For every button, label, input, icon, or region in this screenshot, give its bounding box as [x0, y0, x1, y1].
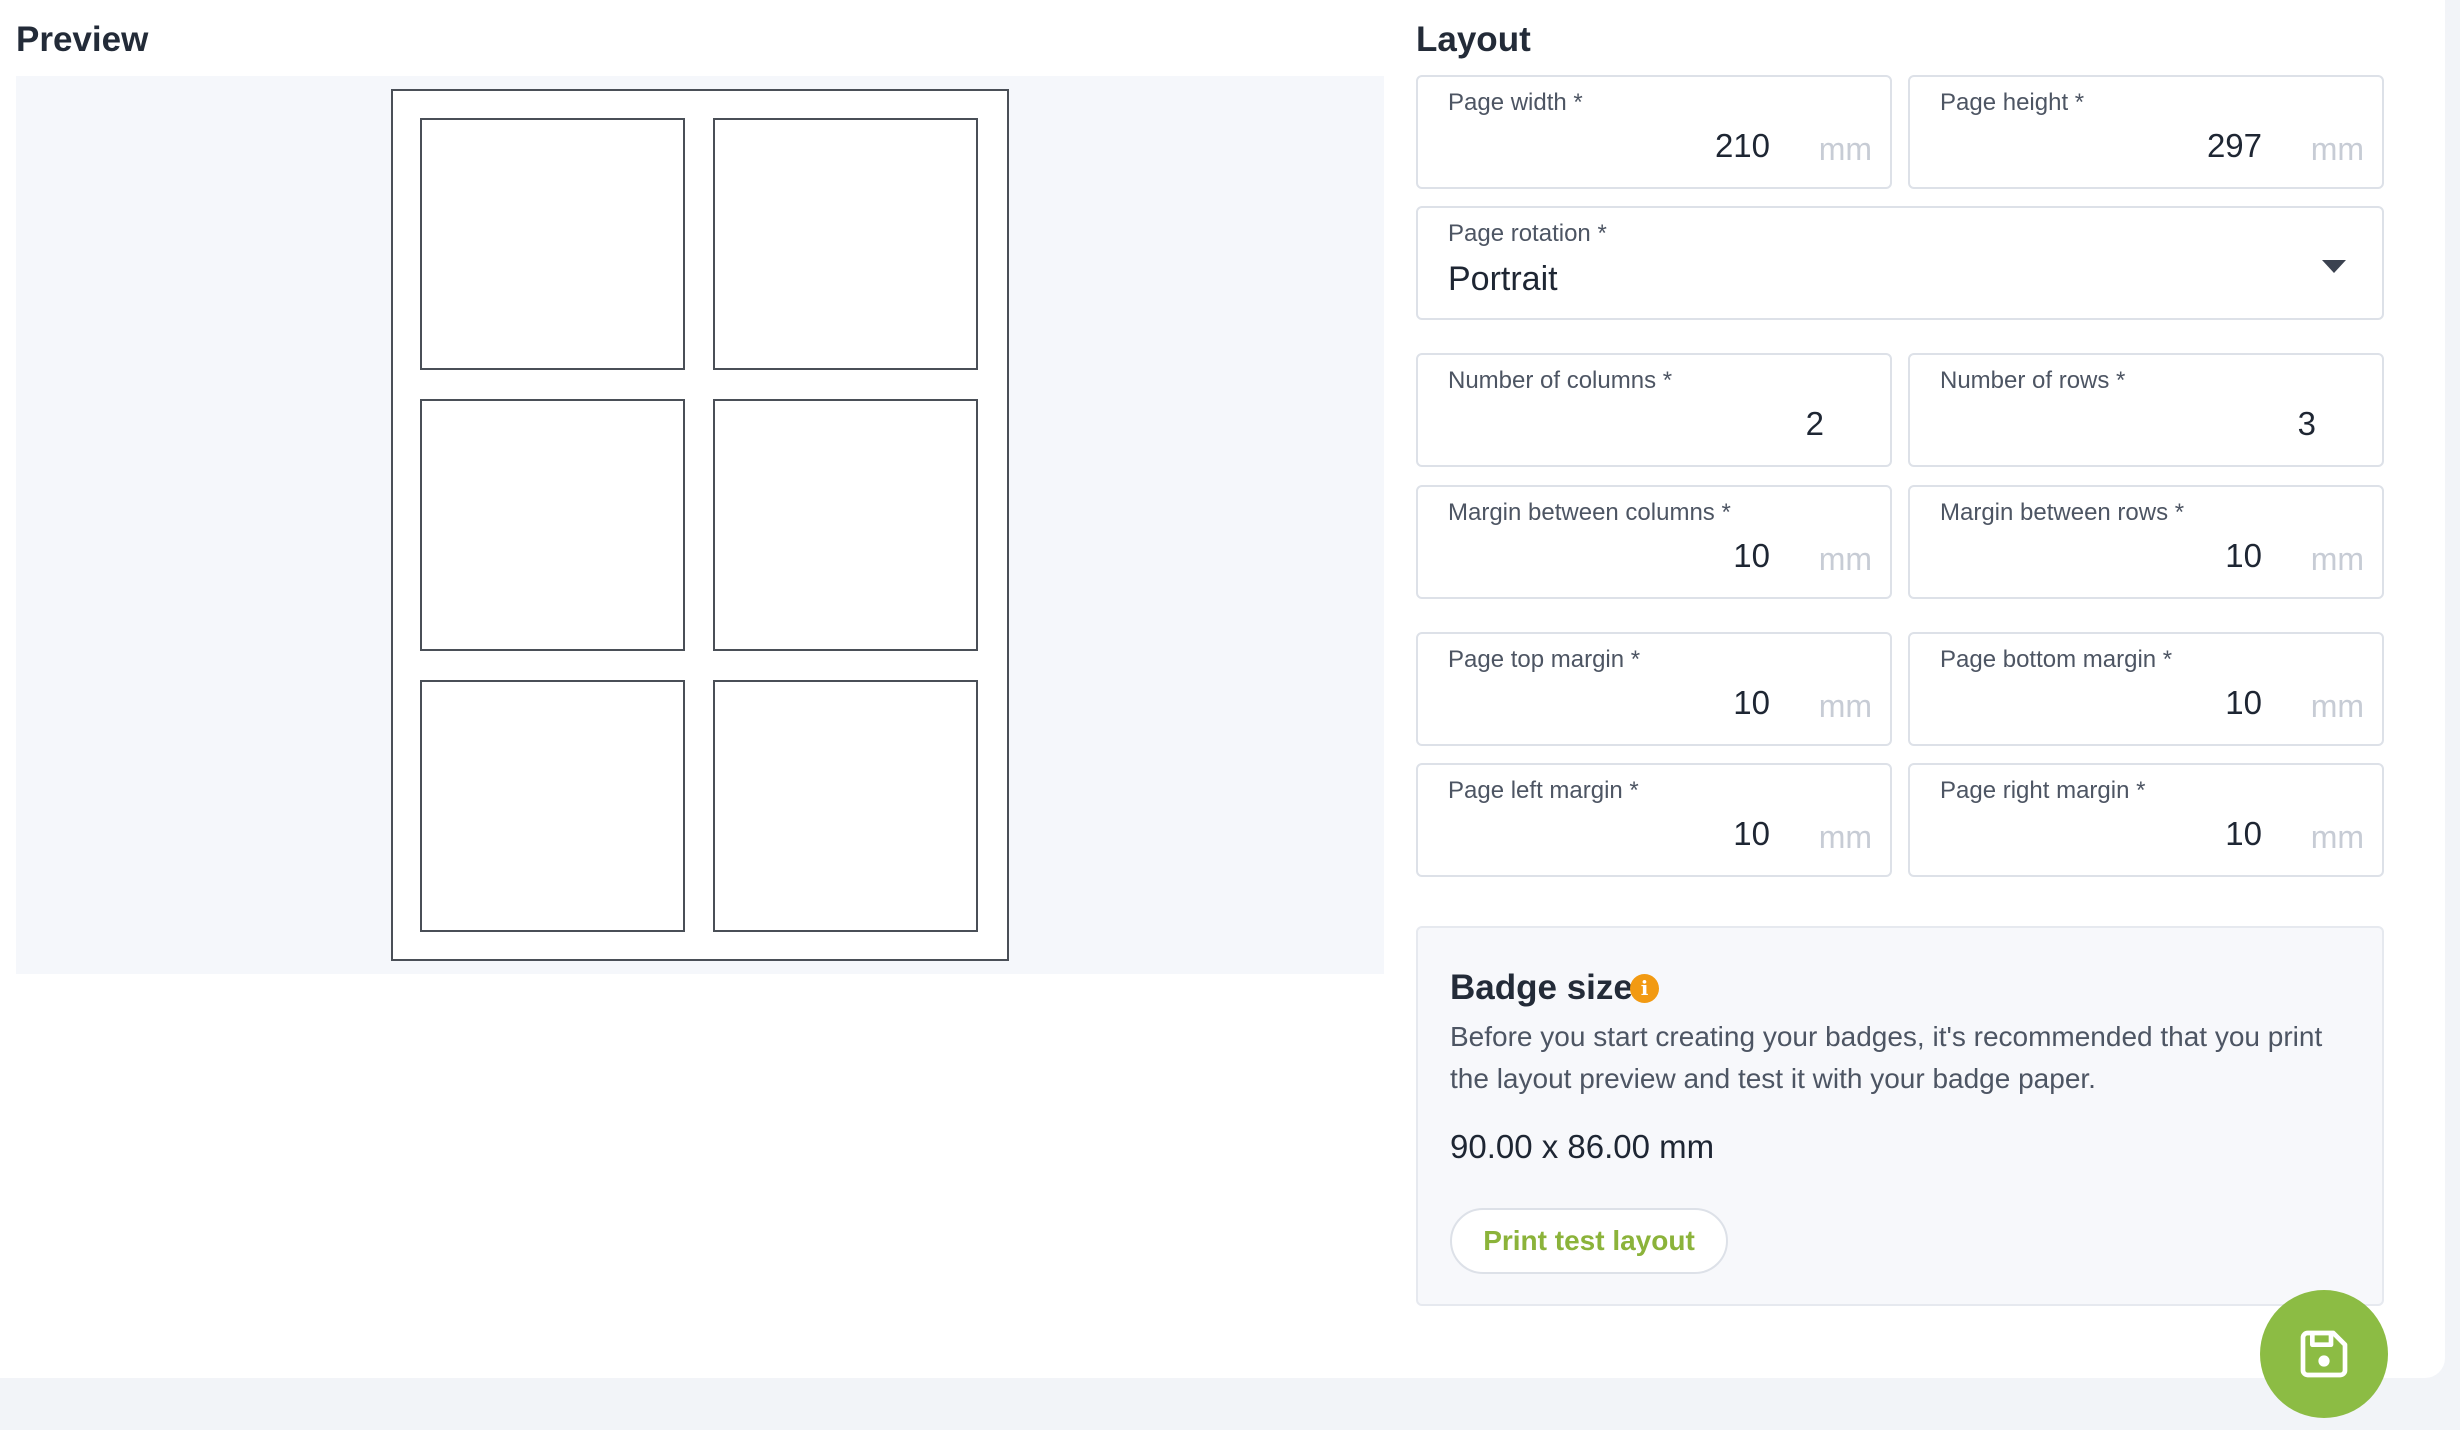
margin-between-rows-field[interactable]: Margin between rows * 10 mm	[1908, 485, 2384, 599]
badge-size-panel: Badge size i Before you start creating y…	[1416, 926, 2384, 1306]
preview-badge-cell	[713, 399, 978, 651]
page-top-margin-field[interactable]: Page top margin * 10 mm	[1416, 632, 1892, 746]
page-top-margin-value[interactable]: 10	[1733, 684, 1770, 722]
number-of-rows-value[interactable]: 3	[2298, 405, 2316, 443]
number-of-columns-value[interactable]: 2	[1806, 405, 1824, 443]
margin-between-rows-label: Margin between rows *	[1940, 499, 2185, 526]
page-left-margin-unit: mm	[1818, 819, 1872, 855]
page-width-label: Page width *	[1448, 89, 1583, 116]
margin-between-rows-unit: mm	[2310, 541, 2364, 577]
badge-size-description: Before you start creating your badges, i…	[1450, 1021, 2323, 1094]
page-right-margin-unit: mm	[2310, 819, 2364, 855]
preview-title: Preview	[16, 20, 149, 59]
floppy-disk-icon	[2300, 1330, 2348, 1378]
preview-badge-cell	[420, 399, 685, 651]
page-top-margin-label: Page top margin *	[1448, 646, 1641, 673]
page-width-unit: mm	[1818, 131, 1872, 167]
page-rotation-label: Page rotation *	[1448, 220, 1607, 247]
margin-between-rows-value[interactable]: 10	[2225, 537, 2262, 575]
layout-title: Layout	[1416, 20, 1531, 59]
preview-badge-cell	[713, 118, 978, 370]
badge-size-title: Badge size	[1450, 968, 1633, 1007]
preview-area	[16, 76, 1384, 974]
page-rotation-value: Portrait	[1448, 260, 1558, 298]
margin-between-columns-value[interactable]: 10	[1733, 537, 1770, 575]
caret-down-icon[interactable]	[2322, 260, 2346, 273]
page-left-margin-label: Page left margin *	[1448, 777, 1639, 804]
page-bottom-margin-unit: mm	[2310, 688, 2364, 724]
margin-between-columns-field[interactable]: Margin between columns * 10 mm	[1416, 485, 1892, 599]
page-height-label: Page height *	[1940, 89, 2085, 116]
page-height-unit: mm	[2310, 131, 2364, 167]
page-left-margin-field[interactable]: Page left margin * 10 mm	[1416, 763, 1892, 877]
preview-badge-cell	[713, 680, 978, 932]
page-width-value[interactable]: 210	[1715, 127, 1770, 165]
print-test-layout-button[interactable]: Print test layout	[1450, 1208, 1728, 1274]
info-icon[interactable]: i	[1630, 974, 1659, 1003]
page-left-margin-value[interactable]: 10	[1733, 815, 1770, 853]
page-top-margin-unit: mm	[1818, 688, 1872, 724]
preview-badge-cell	[420, 118, 685, 370]
preview-page	[391, 89, 1009, 961]
save-button[interactable]	[2260, 1290, 2388, 1418]
layout-settings-card: Preview Layout Page width * 210 mm Page …	[0, 0, 2445, 1378]
number-of-rows-label: Number of rows *	[1940, 367, 2126, 394]
page-right-margin-value[interactable]: 10	[2225, 815, 2262, 853]
preview-badge-cell	[420, 680, 685, 932]
page-rotation-select[interactable]: Page rotation * Portrait	[1416, 206, 2384, 320]
page-height-value[interactable]: 297	[2207, 127, 2262, 165]
page-bottom-margin-value[interactable]: 10	[2225, 684, 2262, 722]
page-bottom-margin-field[interactable]: Page bottom margin * 10 mm	[1908, 632, 2384, 746]
page-right-margin-field[interactable]: Page right margin * 10 mm	[1908, 763, 2384, 877]
page-right-margin-label: Page right margin *	[1940, 777, 2146, 804]
number-of-columns-label: Number of columns *	[1448, 367, 1673, 394]
number-of-rows-field[interactable]: Number of rows * 3	[1908, 353, 2384, 467]
margin-between-columns-label: Margin between columns *	[1448, 499, 1731, 526]
page-bottom-margin-label: Page bottom margin *	[1940, 646, 2173, 673]
badge-size-dimensions: 90.00 x 86.00 mm	[1450, 1128, 1715, 1165]
page-width-field[interactable]: Page width * 210 mm	[1416, 75, 1892, 189]
page-height-field[interactable]: Page height * 297 mm	[1908, 75, 2384, 189]
margin-between-columns-unit: mm	[1818, 541, 1872, 577]
number-of-columns-field[interactable]: Number of columns * 2	[1416, 353, 1892, 467]
